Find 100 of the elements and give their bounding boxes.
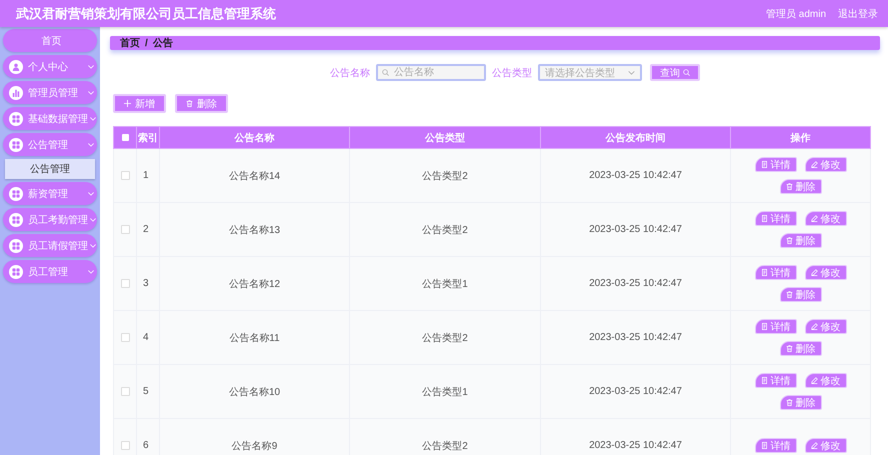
add-button[interactable]: 新增 (113, 94, 166, 113)
grid-icon (12, 268, 20, 276)
table-cell: 公告类型2 (350, 310, 540, 364)
column-header: 索引 (136, 126, 160, 148)
detail-button[interactable]: 详情 (754, 265, 796, 280)
document-icon (760, 377, 768, 384)
detail-button[interactable]: 详情 (754, 157, 796, 172)
sidebar-item[interactable]: 基础数据管理 (3, 107, 97, 130)
chevron-down-icon (628, 70, 635, 74)
trash-icon (786, 345, 792, 352)
table-cell: 2 (136, 202, 160, 256)
logout-link[interactable]: 退出登录 (838, 6, 878, 20)
detail-button[interactable]: 详情 (754, 319, 796, 334)
chevron-down-icon (88, 64, 94, 68)
edit-button[interactable]: 修改 (804, 211, 846, 226)
chevron-down-icon (90, 244, 96, 248)
edit-button[interactable]: 修改 (804, 157, 846, 172)
chevron-down-icon (88, 142, 94, 146)
table-cell: 6 (136, 418, 160, 455)
pencil-icon (810, 442, 818, 449)
sidebar-item[interactable]: 员工请假管理 (3, 234, 97, 257)
sidebar-item[interactable]: 员工考勤管理 (3, 208, 97, 231)
table-cell: 公告名称13 (160, 202, 350, 256)
trash-icon (786, 399, 792, 406)
detail-button[interactable]: 详情 (754, 373, 796, 388)
bar-chart-icon (12, 88, 20, 96)
home-menu-item[interactable]: 首页 (3, 29, 97, 52)
pencil-icon (810, 377, 818, 384)
pencil-icon (810, 269, 818, 276)
chevron-down-icon (90, 116, 96, 120)
trash-icon (786, 291, 792, 298)
sidebar-item[interactable]: 公告管理 (3, 133, 97, 156)
column-header: 公告名称 (160, 126, 350, 148)
table-cell: 公告名称10 (160, 364, 350, 418)
row-checkbox[interactable] (120, 224, 130, 234)
column-header: 操作 (730, 126, 870, 148)
detail-button[interactable]: 详情 (754, 211, 796, 226)
trash-icon (786, 183, 792, 190)
edit-button[interactable]: 修改 (804, 373, 846, 388)
user-icon (12, 62, 20, 70)
chevron-down-icon (88, 270, 94, 274)
plus-icon (124, 100, 131, 107)
trash-icon (186, 100, 193, 107)
delete-button[interactable]: 删除 (780, 233, 822, 248)
chevron-down-icon (90, 218, 96, 222)
table-cell: 4 (136, 310, 160, 364)
detail-button[interactable]: 详情 (754, 438, 796, 453)
table-cell: 公告名称9 (160, 418, 350, 455)
delete-button[interactable]: 删除 (780, 179, 822, 194)
submenu-item[interactable]: 公告管理 (5, 159, 95, 179)
breadcrumb-link[interactable]: 首页 (120, 36, 140, 50)
search-icon (683, 69, 690, 76)
edit-button[interactable]: 修改 (804, 319, 846, 334)
table-cell: 2023-03-25 10:42:47 (540, 418, 730, 455)
grid-icon (12, 114, 20, 122)
table-cell: 2023-03-25 10:42:47 (540, 364, 730, 418)
sidebar-item[interactable]: 薪资管理 (3, 182, 97, 205)
user-name: 管理员 admin (766, 8, 826, 20)
table-cell: 3 (136, 256, 160, 310)
row-checkbox[interactable] (120, 278, 130, 288)
row-checkbox[interactable] (120, 332, 130, 342)
select-all-checkbox[interactable] (122, 134, 128, 141)
select-field[interactable]: 请选择公告类型 (538, 64, 642, 81)
document-icon (760, 323, 768, 330)
column-header: 公告类型 (350, 126, 540, 148)
table-cell: 2023-03-25 10:42:47 (540, 148, 730, 202)
table-cell: 5 (136, 364, 160, 418)
edit-button[interactable]: 修改 (804, 265, 846, 280)
table-cell: 公告类型2 (350, 202, 540, 256)
delete-button[interactable]: 删除 (175, 94, 228, 113)
sidebar-item[interactable]: 员工管理 (3, 260, 97, 283)
document-icon (760, 442, 768, 449)
pencil-icon (810, 323, 818, 330)
document-icon (760, 215, 768, 222)
search-field[interactable]: 公告名称 (376, 64, 486, 81)
sidebar-item[interactable]: 管理员管理 (3, 81, 97, 104)
breadcrumb-separator: / (145, 38, 148, 48)
trash-icon (786, 237, 792, 244)
delete-button[interactable]: 删除 (780, 287, 822, 302)
column-header: 公告发布时间 (540, 126, 730, 148)
table-cell: 公告类型2 (350, 148, 540, 202)
table-cell: 公告名称11 (160, 310, 350, 364)
table-cell: 2023-03-25 10:42:47 (540, 310, 730, 364)
row-checkbox[interactable] (120, 440, 130, 450)
sidebar-item[interactable]: 个人中心 (3, 55, 97, 78)
delete-button[interactable]: 删除 (780, 395, 822, 410)
chevron-down-icon (88, 90, 94, 94)
edit-button[interactable]: 修改 (804, 438, 846, 453)
table-cell: 公告名称14 (160, 148, 350, 202)
table-cell: 2023-03-25 10:42:47 (540, 202, 730, 256)
pencil-icon (810, 215, 818, 222)
row-checkbox[interactable] (120, 386, 130, 396)
query-button[interactable]: 查询 (650, 64, 700, 81)
grid-icon (12, 242, 20, 250)
pencil-icon (810, 161, 818, 168)
document-icon (760, 161, 768, 168)
chevron-down-icon (88, 192, 94, 196)
breadcrumb-link[interactable]: 公告 (152, 36, 173, 50)
delete-button[interactable]: 删除 (780, 341, 822, 356)
row-checkbox[interactable] (120, 170, 130, 180)
